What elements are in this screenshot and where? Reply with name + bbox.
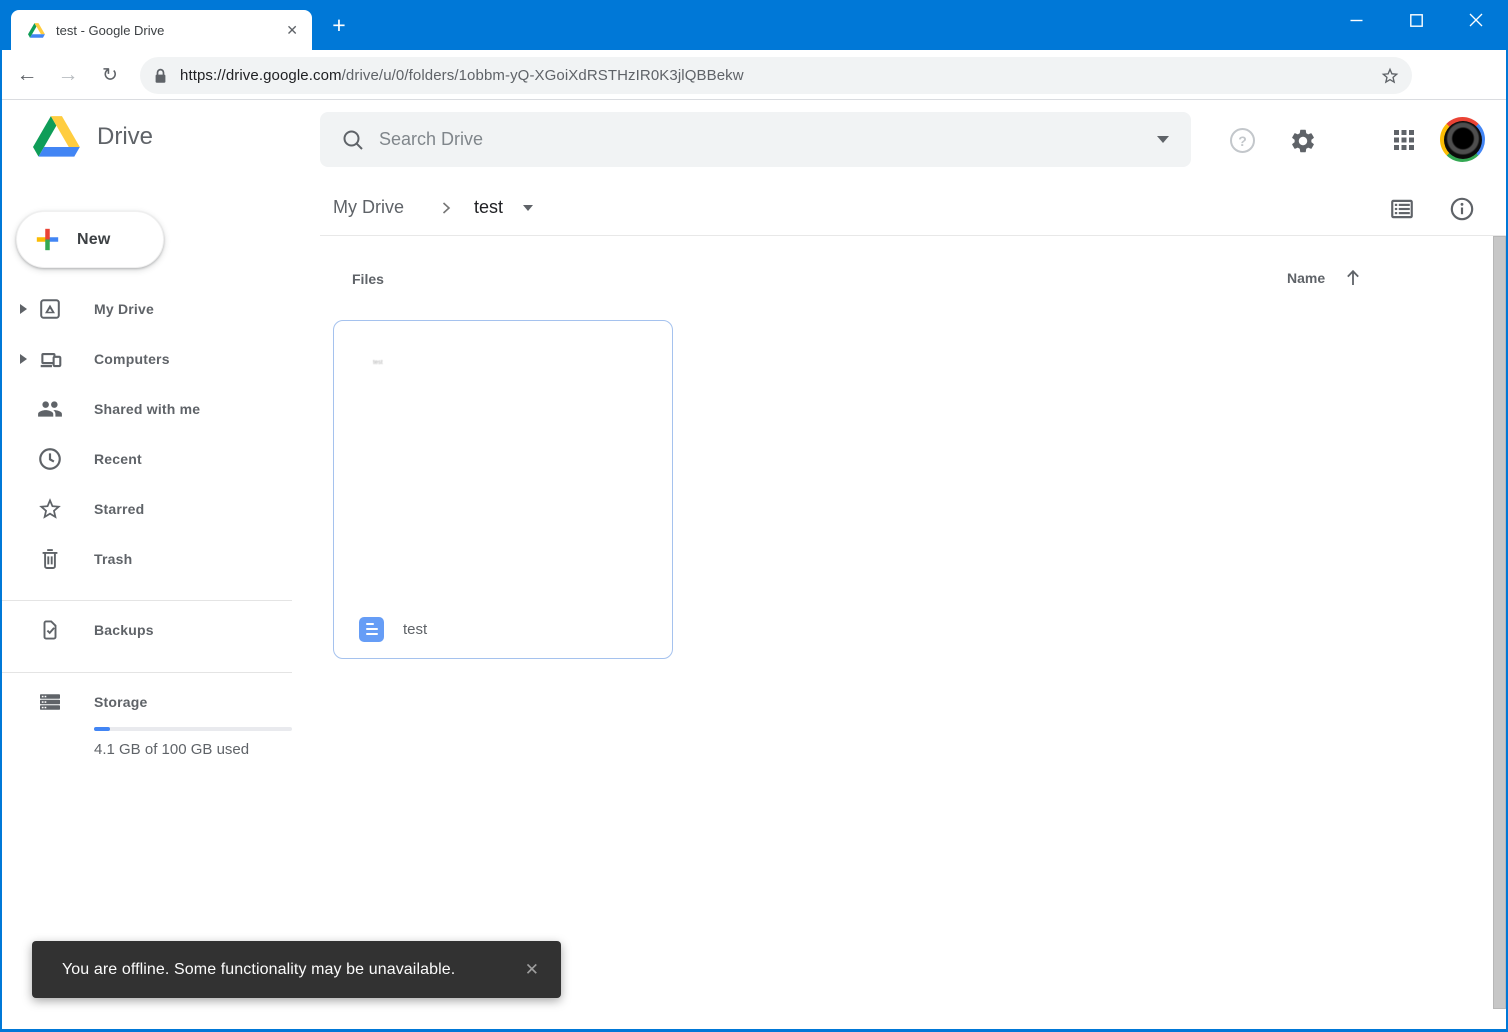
breadcrumb-bar: My Drive test — [320, 180, 1508, 236]
new-plus-icon — [34, 226, 61, 253]
avatar-photo — [1444, 121, 1482, 159]
help-icon[interactable]: ? — [1230, 128, 1255, 153]
minimize-button[interactable] — [1326, 0, 1386, 40]
window-border — [0, 0, 2, 1032]
settings-gear-icon[interactable] — [1289, 127, 1317, 155]
sidebar-item-recent[interactable]: Recent — [0, 434, 292, 484]
clock-icon — [37, 446, 63, 472]
sidebar-item-computers[interactable]: Computers — [0, 334, 292, 384]
sidebar-item-label: Storage — [94, 694, 148, 710]
expand-arrow-icon[interactable] — [20, 354, 27, 364]
scrollbar-thumb[interactable] — [1493, 236, 1506, 1009]
trash-icon — [37, 546, 63, 572]
search-bar[interactable] — [320, 112, 1191, 167]
browser-toolbar: ← → ↻ https://drive.google.com/drive/u/0… — [0, 50, 1508, 100]
tab-title: test - Google Drive — [56, 23, 282, 38]
url-domain: https://drive.google.com — [180, 67, 342, 84]
sidebar-item-label: My Drive — [94, 301, 154, 317]
browser-tab[interactable]: test - Google Drive ✕ — [11, 10, 312, 50]
my-drive-icon — [37, 296, 63, 322]
computers-icon — [37, 346, 63, 372]
new-tab-button[interactable]: + — [326, 13, 352, 39]
toast-message: You are offline. Some functionality may … — [62, 961, 515, 979]
sidebar-item-storage[interactable]: Storage — [0, 677, 292, 727]
sort-ascending-arrow-icon[interactable] — [1344, 268, 1362, 287]
storage-icon — [37, 689, 63, 715]
browser-window: test - Google Drive ✕ + ← → ↻ — [0, 0, 1508, 1032]
backups-phone-check-icon — [37, 617, 63, 643]
file-card-footer: test — [334, 600, 672, 658]
search-input[interactable] — [379, 129, 1157, 150]
sidebar-divider — [0, 600, 292, 601]
tab-close-icon[interactable]: ✕ — [282, 22, 302, 39]
account-avatar[interactable] — [1440, 117, 1485, 162]
drive-favicon-icon — [28, 23, 45, 38]
breadcrumb-current-folder[interactable]: test — [474, 180, 503, 235]
sidebar-item-label: Trash — [94, 551, 132, 567]
close-button[interactable] — [1446, 0, 1506, 40]
google-doc-icon — [359, 617, 384, 642]
info-icon[interactable] — [1449, 196, 1475, 222]
sidebar-item-label: Starred — [94, 501, 144, 517]
url-path: /drive/u/0/folders/1obbm-yQ-XGoiXdRSTHzI… — [342, 67, 744, 84]
new-button[interactable]: New — [16, 211, 164, 268]
files-section-label: Files — [352, 271, 384, 287]
google-apps-grid-icon[interactable] — [1392, 128, 1416, 152]
sidebar-item-label: Backups — [94, 622, 154, 638]
maximize-icon — [1410, 14, 1423, 27]
file-preview-text: test — [373, 360, 383, 366]
forward-icon[interactable]: → — [51, 50, 85, 100]
drive-logo[interactable]: Drive — [33, 116, 153, 157]
storage-usage-text: 4.1 GB of 100 GB used — [94, 741, 249, 758]
sidebar-item-label: Computers — [94, 351, 170, 367]
sidebar-item-shared-with-me[interactable]: Shared with me — [0, 384, 292, 434]
sidebar-item-starred[interactable]: Starred — [0, 484, 292, 534]
back-icon[interactable]: ← — [10, 50, 44, 100]
file-name: test — [403, 621, 427, 638]
sort-label[interactable]: Name — [1287, 270, 1325, 286]
toast-close-icon[interactable]: ✕ — [515, 960, 539, 980]
file-card[interactable]: test test — [333, 320, 673, 659]
shared-people-icon — [37, 396, 63, 422]
breadcrumb-my-drive[interactable]: My Drive — [333, 180, 404, 235]
new-button-label: New — [77, 231, 111, 249]
bookmark-star-icon[interactable] — [1380, 66, 1400, 86]
sort-control[interactable]: Name — [1287, 268, 1362, 287]
minimize-icon — [1350, 14, 1363, 27]
storage-progress-fill — [94, 727, 110, 731]
sidebar-item-label: Shared with me — [94, 401, 200, 417]
maximize-button[interactable] — [1386, 0, 1446, 40]
sidebar-item-trash[interactable]: Trash — [0, 534, 292, 584]
sidebar-item-my-drive[interactable]: My Drive — [0, 284, 292, 334]
list-view-icon[interactable] — [1389, 196, 1415, 222]
reload-icon[interactable]: ↻ — [93, 50, 127, 100]
folder-menu-caret-icon[interactable] — [523, 180, 533, 235]
product-name: Drive — [97, 123, 153, 151]
window-controls — [1326, 0, 1506, 40]
search-icon — [342, 129, 364, 151]
sidebar-item-backups[interactable]: Backups — [0, 605, 292, 655]
breadcrumb-chevron-icon — [438, 180, 454, 235]
close-icon — [1469, 13, 1483, 27]
drive-logo-icon — [33, 116, 80, 157]
expand-arrow-icon[interactable] — [20, 304, 27, 314]
sidebar-item-label: Recent — [94, 451, 142, 467]
storage-progress-bar — [94, 727, 292, 731]
address-bar[interactable]: https://drive.google.com/drive/u/0/folde… — [140, 57, 1412, 94]
lock-icon — [154, 68, 167, 84]
titlebar: test - Google Drive ✕ + — [0, 0, 1508, 50]
offline-toast: You are offline. Some functionality may … — [32, 941, 561, 998]
search-options-caret-icon[interactable] — [1157, 136, 1169, 143]
star-icon — [37, 496, 63, 522]
sidebar-divider — [0, 672, 292, 673]
url-text: https://drive.google.com/drive/u/0/folde… — [180, 67, 1380, 84]
